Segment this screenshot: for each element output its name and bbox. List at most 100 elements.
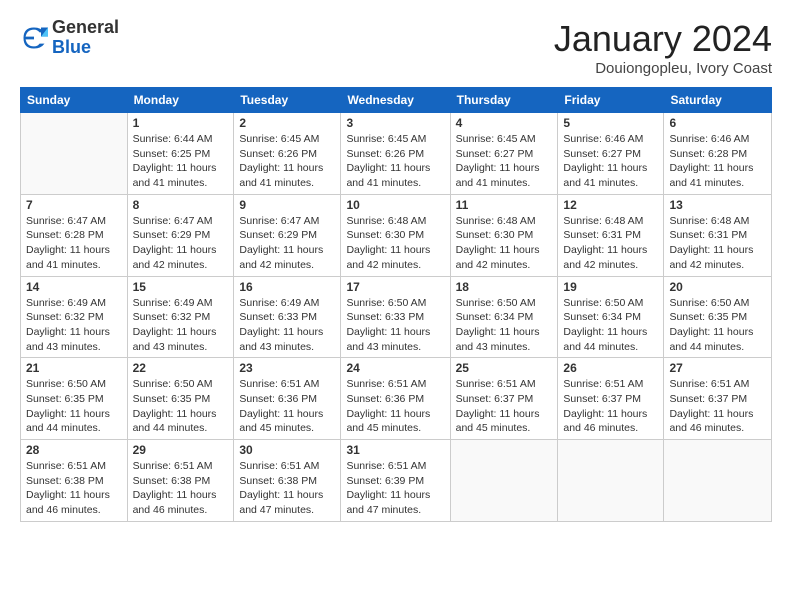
day-info-0-4: Sunrise: 6:45 AM Sunset: 6:27 PM Dayligh…: [456, 132, 553, 191]
day-info-0-3: Sunrise: 6:45 AM Sunset: 6:26 PM Dayligh…: [346, 132, 444, 191]
day-number-2-6: 20: [669, 280, 766, 294]
calendar-cell-2-5: 19 Sunrise: 6:50 AM Sunset: 6:34 PM Dayli…: [558, 276, 664, 358]
calendar-cell-1-6: 13 Sunrise: 6:48 AM Sunset: 6:31 PM Dayli…: [664, 194, 772, 276]
header: General Blue January 2024 Douiongopleu, …: [20, 18, 772, 77]
calendar-cell-0-5: 5Sunrise: 6:46 AM Sunset: 6:27 PM Daylig…: [558, 113, 664, 195]
day-number-3-3: 24: [346, 361, 444, 375]
calendar-cell-1-3: 10Sunrise: 6:48 AM Sunset: 6:30 PM Dayli…: [341, 194, 450, 276]
day-number-4-0: 28: [26, 443, 122, 457]
logo-icon: [20, 24, 48, 52]
day-info-1-6: Sunrise: 6:48 AM Sunset: 6:31 PM Dayligh…: [669, 214, 766, 273]
calendar-cell-2-4: 18 Sunrise: 6:50 AM Sunset: 6:34 PM Dayli…: [450, 276, 558, 358]
day-info-2-1: Sunrise: 6:49 AM Sunset: 6:32 PM Dayligh…: [133, 296, 229, 355]
day-number-2-1: 15: [133, 280, 229, 294]
day-info-0-2: Sunrise: 6:45 AM Sunset: 6:26 PM Dayligh…: [239, 132, 335, 191]
day-number-0-6: 6: [669, 116, 766, 130]
day-number-3-2: 23: [239, 361, 335, 375]
calendar-cell-3-4: 25 Sunrise: 6:51 AM Sunset: 6:37 PM Dayli…: [450, 358, 558, 440]
day-number-4-3: 31: [346, 443, 444, 457]
calendar-header-row: Sunday Monday Tuesday Wednesday Thursday…: [21, 88, 772, 113]
day-number-2-2: 16: [239, 280, 335, 294]
col-tuesday: Tuesday: [234, 88, 341, 113]
calendar-cell-2-0: 14 Sunrise: 6:49 AM Sunset: 6:32 PM Dayli…: [21, 276, 128, 358]
calendar-cell-3-2: 23 Sunrise: 6:51 AM Sunset: 6:36 PM Dayli…: [234, 358, 341, 440]
title-area: January 2024 Douiongopleu, Ivory Coast: [554, 18, 772, 77]
day-number-0-4: 4: [456, 116, 553, 130]
calendar-cell-0-2: 2 Sunrise: 6:45 AM Sunset: 6:26 PM Daylig…: [234, 113, 341, 195]
calendar-cell-2-2: 16Sunrise: 6:49 AM Sunset: 6:33 PM Dayli…: [234, 276, 341, 358]
day-info-2-5: Sunrise: 6:50 AM Sunset: 6:34 PM Dayligh…: [563, 296, 658, 355]
week-row-2: 14 Sunrise: 6:49 AM Sunset: 6:32 PM Dayli…: [21, 276, 772, 358]
day-number-3-1: 22: [133, 361, 229, 375]
calendar-cell-4-5: [558, 440, 664, 522]
calendar-table: Sunday Monday Tuesday Wednesday Thursday…: [20, 87, 772, 522]
day-info-4-1: Sunrise: 6:51 AM Sunset: 6:38 PM Dayligh…: [133, 459, 229, 518]
calendar-cell-1-0: 7Sunrise: 6:47 AM Sunset: 6:28 PM Daylig…: [21, 194, 128, 276]
day-info-4-0: Sunrise: 6:51 AM Sunset: 6:38 PM Dayligh…: [26, 459, 122, 518]
calendar-cell-3-5: 26Sunrise: 6:51 AM Sunset: 6:37 PM Dayli…: [558, 358, 664, 440]
day-info-4-3: Sunrise: 6:51 AM Sunset: 6:39 PM Dayligh…: [346, 459, 444, 518]
week-row-4: 28 Sunrise: 6:51 AM Sunset: 6:38 PM Dayli…: [21, 440, 772, 522]
day-info-2-3: Sunrise: 6:50 AM Sunset: 6:33 PM Dayligh…: [346, 296, 444, 355]
day-number-3-4: 25: [456, 361, 553, 375]
day-number-0-1: 1: [133, 116, 229, 130]
calendar-cell-4-4: [450, 440, 558, 522]
calendar-cell-2-3: 17 Sunrise: 6:50 AM Sunset: 6:33 PM Dayli…: [341, 276, 450, 358]
day-number-2-5: 19: [563, 280, 658, 294]
day-number-1-4: 11: [456, 198, 553, 212]
col-friday: Friday: [558, 88, 664, 113]
calendar-cell-0-1: 1Sunrise: 6:44 AM Sunset: 6:25 PM Daylig…: [127, 113, 234, 195]
day-info-3-5: Sunrise: 6:51 AM Sunset: 6:37 PM Dayligh…: [563, 377, 658, 436]
day-info-1-5: Sunrise: 6:48 AM Sunset: 6:31 PM Dayligh…: [563, 214, 658, 273]
calendar-cell-1-1: 8 Sunrise: 6:47 AM Sunset: 6:29 PM Daylig…: [127, 194, 234, 276]
calendar-cell-4-6: [664, 440, 772, 522]
calendar-cell-2-1: 15 Sunrise: 6:49 AM Sunset: 6:32 PM Dayli…: [127, 276, 234, 358]
day-number-4-1: 29: [133, 443, 229, 457]
day-number-2-4: 18: [456, 280, 553, 294]
col-saturday: Saturday: [664, 88, 772, 113]
col-sunday: Sunday: [21, 88, 128, 113]
calendar-cell-4-3: 31 Sunrise: 6:51 AM Sunset: 6:39 PM Dayli…: [341, 440, 450, 522]
day-number-1-6: 13: [669, 198, 766, 212]
calendar-cell-1-2: 9 Sunrise: 6:47 AM Sunset: 6:29 PM Daylig…: [234, 194, 341, 276]
day-number-2-0: 14: [26, 280, 122, 294]
day-number-1-3: 10: [346, 198, 444, 212]
day-info-1-1: Sunrise: 6:47 AM Sunset: 6:29 PM Dayligh…: [133, 214, 229, 273]
day-number-0-5: 5: [563, 116, 658, 130]
calendar-cell-2-6: 20Sunrise: 6:50 AM Sunset: 6:35 PM Dayli…: [664, 276, 772, 358]
day-info-4-2: Sunrise: 6:51 AM Sunset: 6:38 PM Dayligh…: [239, 459, 335, 518]
calendar-cell-4-0: 28 Sunrise: 6:51 AM Sunset: 6:38 PM Dayli…: [21, 440, 128, 522]
calendar-cell-4-1: 29 Sunrise: 6:51 AM Sunset: 6:38 PM Dayli…: [127, 440, 234, 522]
calendar-cell-3-6: 27Sunrise: 6:51 AM Sunset: 6:37 PM Dayli…: [664, 358, 772, 440]
day-info-3-6: Sunrise: 6:51 AM Sunset: 6:37 PM Dayligh…: [669, 377, 766, 436]
calendar-cell-4-2: 30 Sunrise: 6:51 AM Sunset: 6:38 PM Dayli…: [234, 440, 341, 522]
week-row-0: 1Sunrise: 6:44 AM Sunset: 6:25 PM Daylig…: [21, 113, 772, 195]
logo: General Blue: [20, 18, 119, 58]
day-number-1-1: 8: [133, 198, 229, 212]
calendar-cell-1-5: 12 Sunrise: 6:48 AM Sunset: 6:31 PM Dayli…: [558, 194, 664, 276]
logo-general-text: General: [52, 18, 119, 38]
day-info-1-4: Sunrise: 6:48 AM Sunset: 6:30 PM Dayligh…: [456, 214, 553, 273]
day-info-1-0: Sunrise: 6:47 AM Sunset: 6:28 PM Dayligh…: [26, 214, 122, 273]
day-number-2-3: 17: [346, 280, 444, 294]
calendar-cell-0-0: [21, 113, 128, 195]
day-number-0-3: 3: [346, 116, 444, 130]
day-info-2-0: Sunrise: 6:49 AM Sunset: 6:32 PM Dayligh…: [26, 296, 122, 355]
day-number-1-2: 9: [239, 198, 335, 212]
col-monday: Monday: [127, 88, 234, 113]
day-info-3-1: Sunrise: 6:50 AM Sunset: 6:35 PM Dayligh…: [133, 377, 229, 436]
day-info-2-4: Sunrise: 6:50 AM Sunset: 6:34 PM Dayligh…: [456, 296, 553, 355]
day-info-3-4: Sunrise: 6:51 AM Sunset: 6:37 PM Dayligh…: [456, 377, 553, 436]
day-info-3-2: Sunrise: 6:51 AM Sunset: 6:36 PM Dayligh…: [239, 377, 335, 436]
calendar-cell-3-3: 24Sunrise: 6:51 AM Sunset: 6:36 PM Dayli…: [341, 358, 450, 440]
week-row-3: 21Sunrise: 6:50 AM Sunset: 6:35 PM Dayli…: [21, 358, 772, 440]
calendar-cell-0-4: 4 Sunrise: 6:45 AM Sunset: 6:27 PM Daylig…: [450, 113, 558, 195]
day-number-4-2: 30: [239, 443, 335, 457]
logo-blue-text: Blue: [52, 38, 119, 58]
week-row-1: 7Sunrise: 6:47 AM Sunset: 6:28 PM Daylig…: [21, 194, 772, 276]
day-number-0-2: 2: [239, 116, 335, 130]
day-info-1-2: Sunrise: 6:47 AM Sunset: 6:29 PM Dayligh…: [239, 214, 335, 273]
day-info-0-6: Sunrise: 6:46 AM Sunset: 6:28 PM Dayligh…: [669, 132, 766, 191]
day-number-1-5: 12: [563, 198, 658, 212]
col-wednesday: Wednesday: [341, 88, 450, 113]
